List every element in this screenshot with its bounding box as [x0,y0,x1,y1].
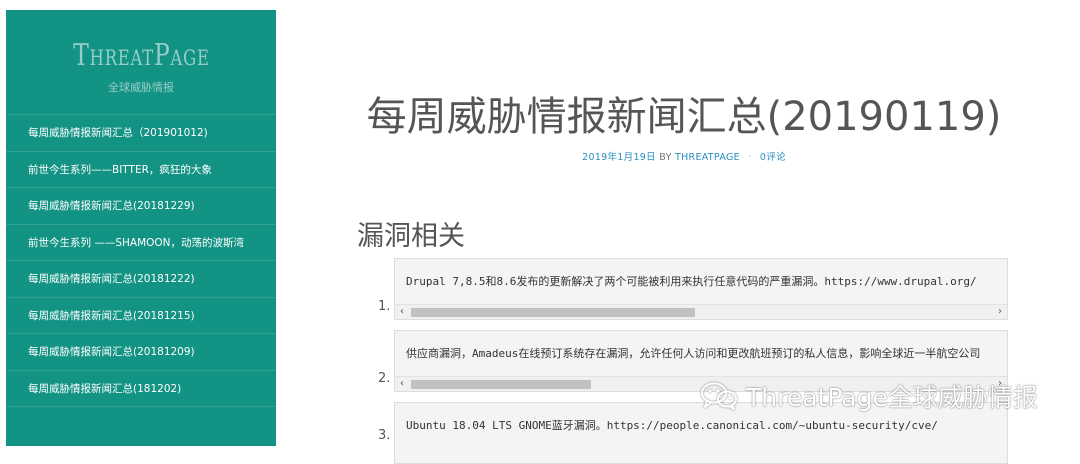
byline-by: BY [659,152,672,163]
list-item: 1. Drupal 7,8.5和8.6发布的更新解决了两个可能被利用来执行任意代… [360,258,1008,320]
scroll-right-icon[interactable]: › [993,305,1007,319]
meta-separator: · [748,152,752,163]
code-block: Drupal 7,8.5和8.6发布的更新解决了两个可能被利用来执行任意代码的严… [394,258,1008,320]
recent-posts-list: 每周威胁情报新闻汇总（201901012) 前世今生系列——BITTER，疯狂的… [6,114,276,407]
section-heading: 漏洞相关 [357,221,465,252]
post-comments-link[interactable]: 0评论 [760,152,786,163]
sidebar-post-link[interactable]: 前世今生系列 ——SHAMOON，动荡的波斯湾 [6,225,276,261]
sidebar-post-link[interactable]: 每周威胁情报新闻汇总(20181209) [6,334,276,371]
site-subtitle: 全球威胁情报 [108,81,174,94]
sidebar-post-link[interactable]: 前世今生系列——BITTER，疯狂的大象 [6,152,276,188]
sidebar-post-link[interactable]: 每周威胁情报新闻汇总(181202) [6,371,276,407]
post-date-link[interactable]: 2019年1月19日 [582,152,656,163]
post-meta: 2019年1月19日 BY THREATPAGE · 0评论 [364,149,1004,163]
sidebar-post-link[interactable]: 每周威胁情报新闻汇总(20181215) [6,298,276,334]
list-item-number: 3. [378,428,391,443]
scroll-left-icon[interactable]: ‹ [395,377,409,391]
sidebar: ThreatPage 全球威胁情报 每周威胁情报新闻汇总（201901012) … [6,10,276,446]
sidebar-post-link[interactable]: 每周威胁情报新闻汇总（201901012) [6,115,276,152]
code-text: Ubuntu 18.04 LTS GNOME蓝牙漏洞。https://peopl… [406,419,938,432]
site-title[interactable]: ThreatPage [73,38,209,73]
wechat-icon [701,382,737,410]
code-text: 供应商漏洞，Amadeus在线预订系统存在漏洞，允许任何人访问和更改航班预订的私… [406,347,981,360]
watermark: ThreatPage全球威胁情报 [700,378,1038,414]
list-item-number: 2. [378,371,391,386]
watermark-text: ThreatPage全球威胁情报 [746,383,1038,412]
list-item-number: 1. [378,299,391,314]
scrollbar-thumb[interactable] [411,380,591,389]
scroll-left-icon[interactable]: ‹ [395,305,409,319]
sidebar-post-link[interactable]: 每周威胁情报新闻汇总(20181229) [6,188,276,225]
post-title: 每周威胁情报新闻汇总(20190119) [366,94,1002,140]
horizontal-scrollbar[interactable]: ‹ › [395,304,1007,319]
scrollbar-thumb[interactable] [411,308,695,317]
post-author-link[interactable]: THREATPAGE [675,152,740,163]
sidebar-post-link[interactable]: 每周威胁情报新闻汇总(20181222) [6,261,276,298]
brand[interactable]: ThreatPage 全球威胁情报 [6,10,276,114]
code-text: Drupal 7,8.5和8.6发布的更新解决了两个可能被利用来执行任意代码的严… [406,275,977,288]
